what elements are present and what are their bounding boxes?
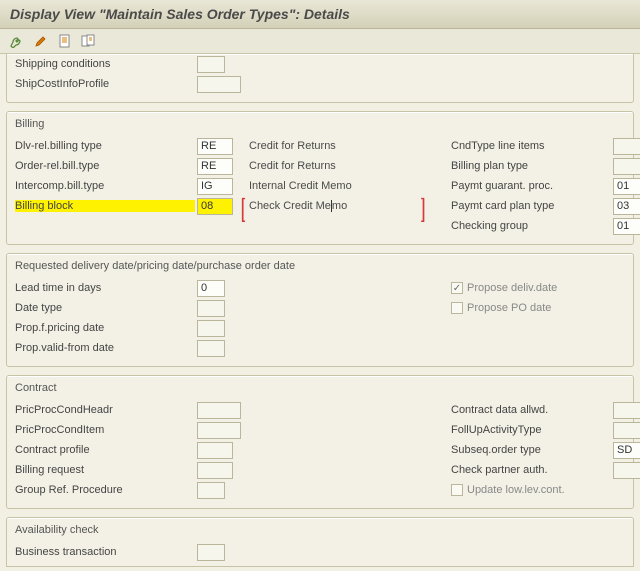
intercomp-input[interactable]: [197, 178, 233, 195]
date-type-label: Date type: [15, 302, 195, 314]
follup-input[interactable]: [613, 422, 640, 439]
requested-title: Requested delivery date/pricing date/pur…: [15, 258, 625, 278]
order-rel-row: Order-rel.bill.type Credit for Returns B…: [15, 156, 625, 176]
billing-request-row: Billing request Check partner auth.: [15, 460, 625, 480]
brush-icon[interactable]: [32, 32, 50, 50]
checking-group-input[interactable]: [613, 218, 640, 235]
date-type-row: Date type Propose PO date: [15, 298, 625, 318]
prop-pricing-input[interactable]: [197, 320, 225, 337]
shipcost-info-label: ShipCostInfoProfile: [15, 78, 195, 90]
billing-title: Billing: [15, 116, 625, 136]
prop-pricing-label: Prop.f.pricing date: [15, 322, 195, 334]
page-title: Display View "Maintain Sales Order Types…: [0, 0, 640, 29]
paymt-card-input[interactable]: [613, 198, 640, 215]
update-lowlev-check[interactable]: Update low.lev.cont.: [451, 484, 611, 496]
propose-po-check[interactable]: Propose PO date: [451, 302, 611, 314]
billing-block-desc: ⌉⌊Check Credit Memo: [249, 200, 449, 212]
group-ref-input[interactable]: [197, 482, 225, 499]
contract-profile-row: Contract profile Subseq.order type: [15, 440, 625, 460]
pricproc-item-input[interactable]: [197, 422, 241, 439]
pricproc-item-row: PricProcCondItem FollUpActivityType: [15, 420, 625, 440]
dlv-rel-desc: Credit for Returns: [249, 140, 449, 152]
date-type-input[interactable]: [197, 300, 225, 317]
billing-group: Billing Dlv-rel.billing type Credit for …: [6, 111, 634, 245]
shipping-conditions-input[interactable]: [197, 56, 225, 73]
page-icon[interactable]: [56, 32, 74, 50]
business-trans-label: Business transaction: [15, 546, 195, 558]
contract-data-input[interactable]: [613, 402, 640, 419]
copy-icon[interactable]: [80, 32, 98, 50]
tool-icon[interactable]: [8, 32, 26, 50]
shipcost-info-row: ShipCostInfoProfile: [15, 74, 625, 94]
intercomp-row: Intercomp.bill.type Internal Credit Memo…: [15, 176, 625, 196]
lead-time-label: Lead time in days: [15, 282, 195, 294]
billing-plan-label: Billing plan type: [451, 160, 611, 172]
availability-group: Availability check Business transaction: [6, 517, 634, 567]
billing-request-input[interactable]: [197, 462, 233, 479]
pricproc-head-input[interactable]: [197, 402, 241, 419]
paymt-card-label: Paymt card plan type: [451, 200, 611, 212]
group-ref-row: Group Ref. Procedure Update low.lev.cont…: [15, 480, 625, 500]
contract-data-label: Contract data allwd.: [451, 404, 611, 416]
contract-profile-label: Contract profile: [15, 444, 195, 456]
business-trans-input[interactable]: [197, 544, 225, 561]
paymt-guarant-input[interactable]: [613, 178, 640, 195]
contract-title: Contract: [15, 380, 625, 400]
pricproc-item-label: PricProcCondItem: [15, 424, 195, 436]
shipping-conditions-row: Shipping conditions: [15, 54, 625, 74]
requested-group: Requested delivery date/pricing date/pur…: [6, 253, 634, 367]
billing-block-label: Billing block: [15, 200, 195, 212]
order-rel-label: Order-rel.bill.type: [15, 160, 195, 172]
prop-valid-input[interactable]: [197, 340, 225, 357]
dlv-rel-row: Dlv-rel.billing type Credit for Returns …: [15, 136, 625, 156]
subseq-input[interactable]: [613, 442, 640, 459]
intercomp-desc: Internal Credit Memo: [249, 180, 449, 192]
shipcost-info-input[interactable]: [197, 76, 241, 93]
pricproc-head-label: PricProcCondHeadr: [15, 404, 195, 416]
order-rel-input[interactable]: [197, 158, 233, 175]
prop-pricing-row: Prop.f.pricing date: [15, 318, 625, 338]
pricproc-head-row: PricProcCondHeadr Contract data allwd.: [15, 400, 625, 420]
prop-valid-row: Prop.valid-from date: [15, 338, 625, 358]
group-ref-label: Group Ref. Procedure: [15, 484, 195, 496]
shipping-group: Shipping conditions ShipCostInfoProfile: [6, 54, 634, 103]
lead-time-row: Lead time in days ✓Propose deliv.date: [15, 278, 625, 298]
toolbar: [0, 29, 640, 54]
shipping-conditions-label: Shipping conditions: [15, 58, 195, 70]
contract-profile-input[interactable]: [197, 442, 233, 459]
business-trans-row: Business transaction: [15, 542, 625, 562]
dlv-rel-input[interactable]: [197, 138, 233, 155]
contract-group: Contract PricProcCondHeadr Contract data…: [6, 375, 634, 509]
prop-valid-label: Prop.valid-from date: [15, 342, 195, 354]
lead-time-input[interactable]: [197, 280, 225, 297]
follup-label: FollUpActivityType: [451, 424, 611, 436]
checking-group-label: Checking group: [451, 220, 611, 232]
order-rel-desc: Credit for Returns: [249, 160, 449, 172]
check-partner-label: Check partner auth.: [451, 464, 611, 476]
availability-title: Availability check: [15, 522, 625, 542]
billing-block-row: Billing block ⌉⌊Check Credit Memo Paymt …: [15, 196, 625, 216]
intercomp-label: Intercomp.bill.type: [15, 180, 195, 192]
billing-plan-input[interactable]: [613, 158, 640, 175]
dlv-rel-label: Dlv-rel.billing type: [15, 140, 195, 152]
cndtype-label: CndType line items: [451, 140, 611, 152]
checking-group-row: Checking group: [15, 216, 625, 236]
billing-block-input[interactable]: [197, 198, 233, 215]
content-area: Shipping conditions ShipCostInfoProfile …: [0, 54, 640, 571]
paymt-guarant-label: Paymt guarant. proc.: [451, 180, 611, 192]
billing-request-label: Billing request: [15, 464, 195, 476]
subseq-label: Subseq.order type: [451, 444, 611, 456]
cndtype-input[interactable]: [613, 138, 640, 155]
propose-deliv-check[interactable]: ✓Propose deliv.date: [451, 282, 611, 294]
check-partner-input[interactable]: [613, 462, 640, 479]
